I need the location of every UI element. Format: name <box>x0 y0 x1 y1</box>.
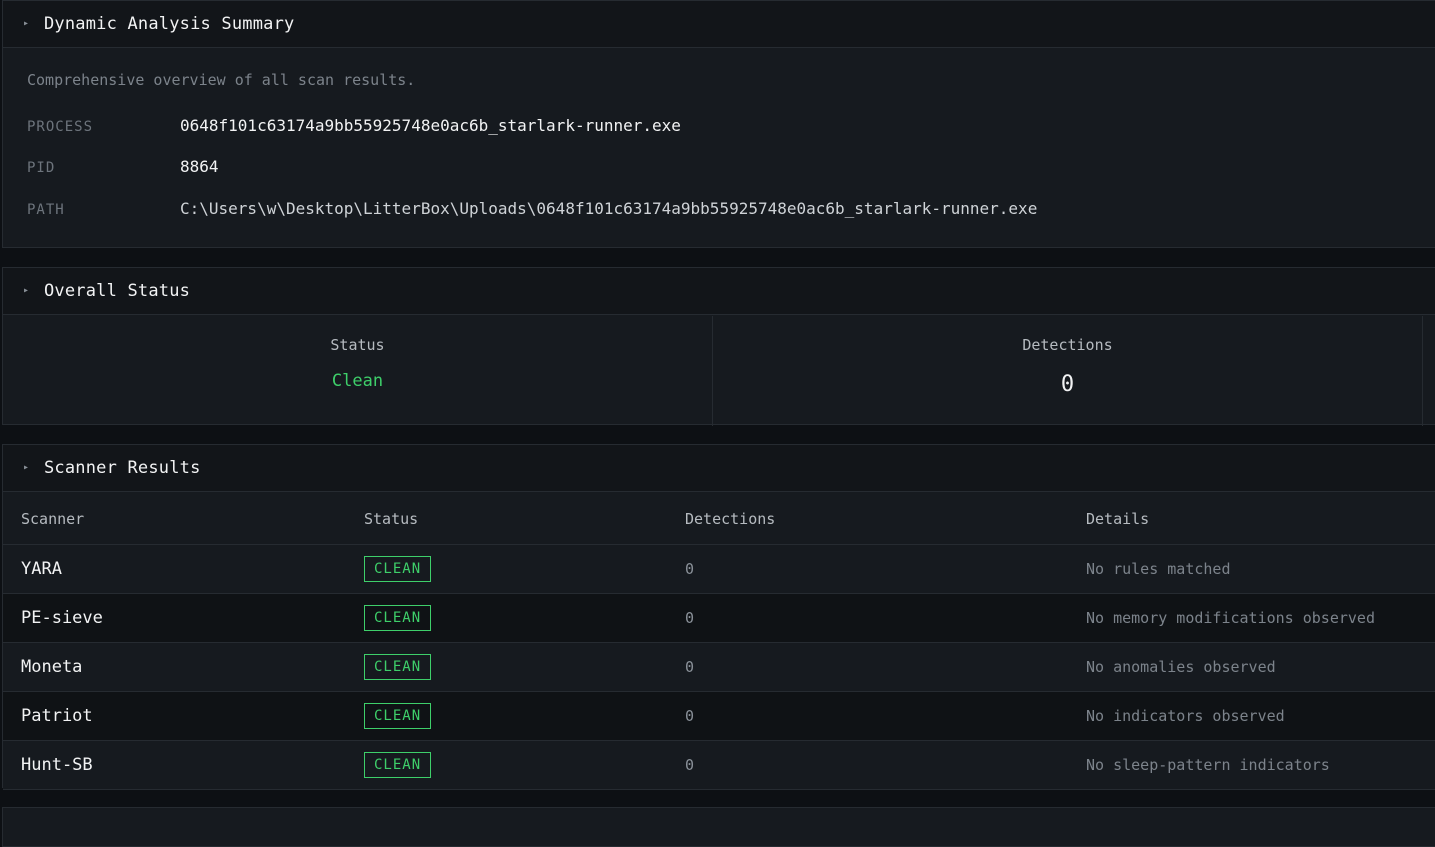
scanner-name: Moneta <box>21 657 83 677</box>
scanner-name: Hunt-SB <box>21 755 93 775</box>
caret-right-icon[interactable]: ▸ <box>23 286 32 296</box>
path-value: C:\Users\w\Desktop\LitterBox\Uploads\064… <box>180 199 1038 218</box>
table-row: PE-sieve CLEAN 0 No memory modifications… <box>3 593 1435 643</box>
overall-status-title: Overall Status <box>44 281 191 301</box>
next-panel <box>2 807 1435 847</box>
table-row: Patriot CLEAN 0 No indicators observed <box>3 691 1435 741</box>
column-header-status: Status <box>364 493 685 545</box>
pid-label: PID <box>27 160 56 176</box>
status-badge: CLEAN <box>364 703 432 729</box>
scanner-results-header[interactable]: ▸ Scanner Results <box>3 445 1435 492</box>
path-label: PATH <box>27 202 65 218</box>
status-badge: CLEAN <box>364 556 432 582</box>
scanner-results-title: Scanner Results <box>44 458 201 478</box>
details-text: No rules matched <box>1086 560 1231 578</box>
overall-status-header[interactable]: ▸ Overall Status <box>3 268 1435 315</box>
detections-count: 0 <box>685 707 695 725</box>
scanner-name: Patriot <box>21 706 93 726</box>
detections-value: 0 <box>1060 372 1075 397</box>
detections-label: Detections <box>1022 336 1113 354</box>
scanner-results-table: Scanner Status Detections Details YARA C… <box>3 493 1435 790</box>
detections-count: 0 <box>685 560 695 578</box>
process-label: PROCESS <box>27 119 94 135</box>
overall-status-panel: ▸ Overall Status Status Clean Detections… <box>2 267 1435 426</box>
detections-count: 0 <box>685 756 695 774</box>
status-cell: Status Clean <box>3 316 713 426</box>
status-label: Status <box>330 336 385 354</box>
scanner-results-panel: ▸ Scanner Results Scanner Status Detecti… <box>2 444 1435 790</box>
column-header-scanner: Scanner <box>3 493 364 545</box>
status-badge: CLEAN <box>364 752 432 778</box>
summary-header[interactable]: ▸ Dynamic Analysis Summary <box>3 1 1435 48</box>
details-text: No memory modifications observed <box>1086 609 1375 627</box>
table-header-row: Scanner Status Detections Details <box>3 493 1435 545</box>
scanner-name: PE-sieve <box>21 608 103 628</box>
column-header-details: Details <box>1086 493 1435 545</box>
table-row: Moneta CLEAN 0 No anomalies observed <box>3 642 1435 692</box>
details-text: No indicators observed <box>1086 707 1285 725</box>
details-text: No anomalies observed <box>1086 658 1276 676</box>
detections-count: 0 <box>685 609 695 627</box>
status-badge: CLEAN <box>364 654 432 680</box>
detections-cell: Detections 0 <box>713 316 1423 426</box>
process-value: 0648f101c63174a9bb55925748e0ac6b_starlar… <box>180 116 681 135</box>
details-text: No sleep-pattern indicators <box>1086 756 1330 774</box>
table-row: YARA CLEAN 0 No rules matched <box>3 544 1435 594</box>
status-grid: Status Clean Detections 0 <box>3 316 1435 426</box>
caret-right-icon[interactable]: ▸ <box>23 19 32 29</box>
caret-right-icon[interactable]: ▸ <box>23 463 32 473</box>
status-badge: CLEAN <box>364 605 432 631</box>
column-header-detections: Detections <box>685 493 1086 545</box>
pid-value: 8864 <box>180 157 219 176</box>
summary-panel: ▸ Dynamic Analysis Summary Comprehensive… <box>2 0 1435 248</box>
detections-count: 0 <box>685 658 695 676</box>
summary-title: Dynamic Analysis Summary <box>44 14 295 34</box>
scanner-name: YARA <box>21 559 62 579</box>
status-value: Clean <box>331 371 384 391</box>
summary-description: Comprehensive overview of all scan resul… <box>27 71 416 89</box>
table-row: Hunt-SB CLEAN 0 No sleep-pattern indicat… <box>3 740 1435 790</box>
